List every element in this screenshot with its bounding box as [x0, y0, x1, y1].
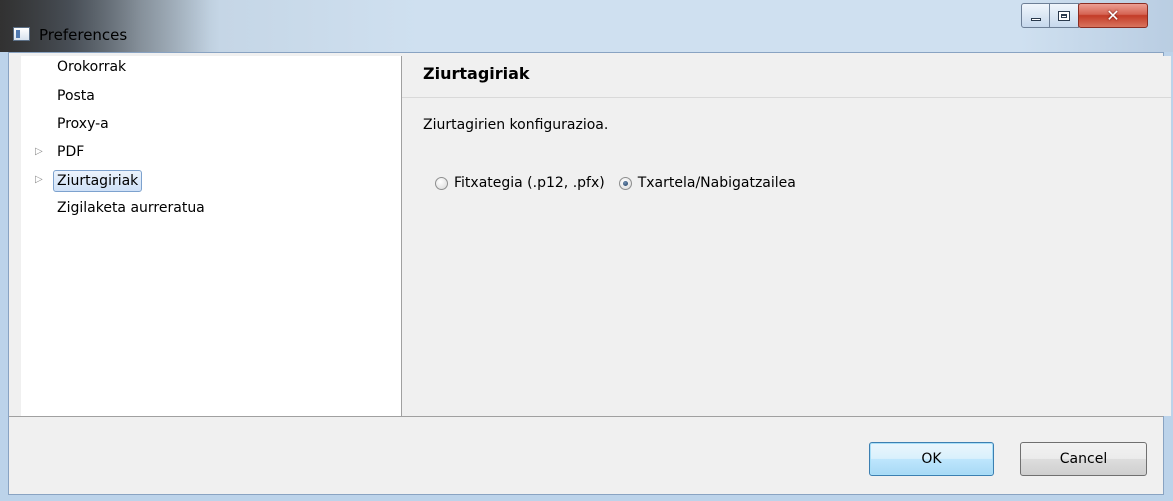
radio-txartela-label[interactable]: Txartela/Nabigatzailea	[638, 175, 796, 191]
close-button[interactable]: ✕	[1078, 3, 1148, 28]
preferences-tree[interactable]: Orokorrak Posta Proxy-a ▷ PDF ▷ Ziurtagi…	[21, 56, 401, 416]
ok-button[interactable]: OK	[869, 442, 994, 476]
triangle-right-icon[interactable]: ▷	[35, 169, 43, 191]
tree-item-label: Posta	[57, 88, 95, 104]
title-bar[interactable]: Preferences ✕	[0, 0, 1173, 52]
certificate-source-options: Fitxategia (.p12, .pfx) Txartela/Nabigat…	[435, 173, 810, 193]
minimize-icon	[1030, 18, 1041, 21]
window-title: Preferences	[39, 26, 128, 44]
tree-item-label: Proxy-a	[57, 116, 109, 132]
radio-fitxategia[interactable]	[435, 176, 448, 190]
triangle-right-icon[interactable]: ▷	[35, 141, 43, 163]
panel-description: Ziurtagirien konfigurazioa.	[423, 117, 609, 133]
maximize-icon	[1058, 10, 1070, 21]
panel-title: Ziurtagiriak	[423, 64, 530, 83]
preferences-window: Preferences ✕ Orokorrak Posta Proxy-a ▷ …	[0, 0, 1173, 501]
tree-item-label: Ziurtagiriak	[53, 170, 143, 192]
tree-item-label: Zigilaketa aurreratua	[57, 200, 205, 216]
cancel-button[interactable]: Cancel	[1020, 442, 1147, 476]
button-bar-separator	[9, 416, 1163, 417]
tree-item-label: PDF	[57, 144, 85, 160]
minimize-button[interactable]	[1021, 3, 1050, 28]
settings-panel: Ziurtagiriak Ziurtagirien konfigurazioa.…	[402, 56, 1171, 416]
window-app-icon	[13, 27, 30, 41]
radio-txartela[interactable]	[618, 176, 632, 190]
radio-fitxategia-label[interactable]: Fitxategia (.p12, .pfx)	[454, 175, 605, 191]
panel-header: Ziurtagiriak	[402, 56, 1171, 98]
close-icon: ✕	[1106, 5, 1120, 25]
tree-item-label: Orokorrak	[57, 59, 127, 75]
maximize-button[interactable]	[1049, 3, 1079, 28]
